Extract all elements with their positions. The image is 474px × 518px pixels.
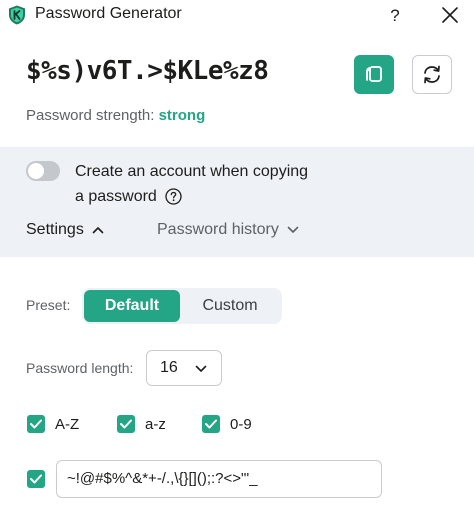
create-account-label-line1: Create an account when copying (75, 163, 309, 180)
tab-history-label: Password history (157, 221, 279, 238)
create-account-label-line2: a password (75, 188, 157, 205)
digits-label: 0-9 (230, 416, 252, 433)
uppercase-label: A-Z (55, 416, 80, 433)
password-strength: Password strength: strong (26, 107, 205, 124)
shield-k-icon (9, 5, 25, 25)
checkmark-icon (120, 419, 132, 429)
preset-custom-button[interactable]: Custom (182, 290, 278, 322)
title-bar: Password Generator ? (0, 0, 474, 34)
tab-settings-label: Settings (26, 221, 84, 238)
preset-segmented-control: Default Custom (82, 288, 282, 324)
lowercase-label: a-z (145, 416, 166, 433)
symbols-checkbox[interactable] (27, 470, 45, 488)
chevron-up-icon (92, 226, 104, 234)
checkmark-icon (30, 474, 42, 484)
symbols-input[interactable]: ~!@#$%^&*+-/.,\{}[]();:?<>"'_ (56, 460, 382, 498)
strength-label: Password strength: (26, 107, 155, 124)
lowercase-checkbox[interactable] (117, 415, 135, 433)
password-generator-window: Password Generator ? $%s)v6T.>$KLe%z8 Pa… (0, 0, 474, 518)
chevron-down-icon (195, 365, 207, 372)
copy-icon (366, 66, 382, 82)
close-button[interactable] (437, 4, 463, 28)
checkmark-icon (205, 419, 217, 429)
copy-password-button[interactable] (354, 55, 394, 94)
chevron-down-icon (287, 226, 299, 233)
create-account-label: Create an account when copying a passwor… (75, 159, 345, 209)
digits-checkbox[interactable] (202, 415, 220, 433)
uppercase-checkbox[interactable] (27, 415, 45, 433)
password-length-value: 16 (160, 359, 178, 376)
create-account-toggle[interactable] (26, 161, 60, 181)
tab-password-history[interactable]: Password history (157, 221, 299, 239)
preset-default-button[interactable]: Default (84, 290, 180, 322)
checkmark-icon (30, 419, 42, 429)
help-button[interactable]: ? (382, 2, 408, 30)
password-length-select[interactable]: 16 (146, 350, 222, 386)
close-icon (442, 7, 458, 23)
refresh-icon (424, 65, 440, 84)
strength-value: strong (158, 107, 206, 124)
generated-password[interactable]: $%s)v6T.>$KLe%z8 (26, 56, 269, 86)
toggle-knob (28, 163, 44, 179)
preset-label: Preset: (26, 297, 71, 313)
question-circle-icon[interactable] (165, 188, 182, 205)
window-title: Password Generator (35, 5, 182, 22)
regenerate-password-button[interactable] (412, 55, 452, 94)
password-length-label: Password length: (26, 360, 134, 376)
tab-settings[interactable]: Settings (26, 221, 104, 239)
